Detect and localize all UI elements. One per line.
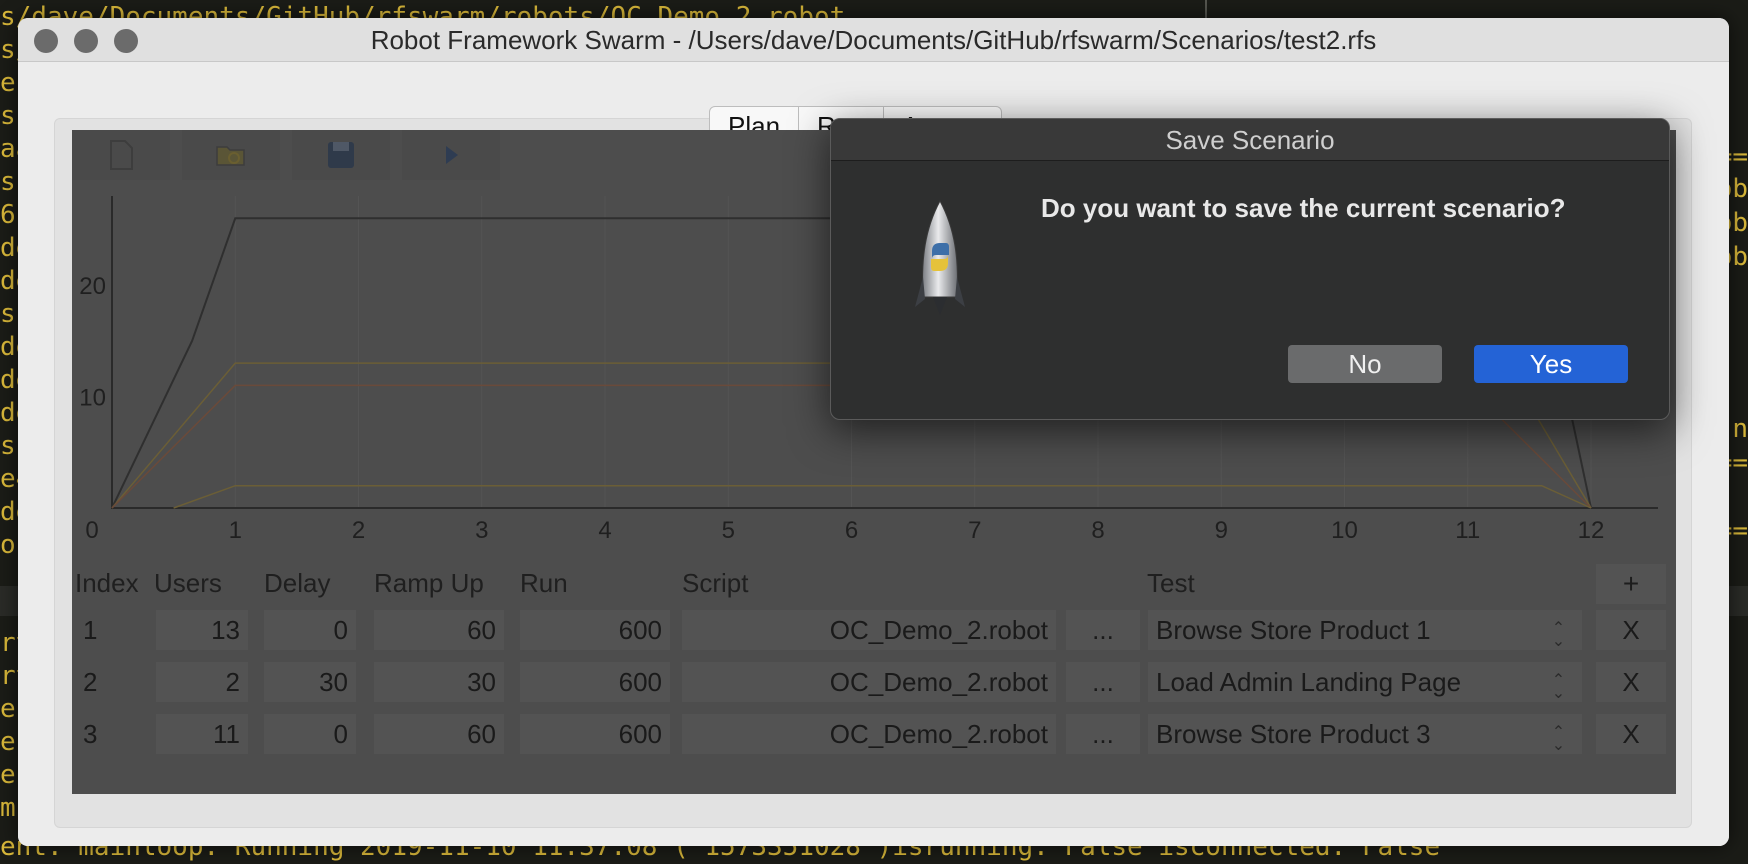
- dialog-title: Save Scenario: [831, 119, 1669, 161]
- run-field[interactable]: 600: [520, 714, 670, 754]
- table-row: 3 11 0 60 600 OC_Demo_2.robot... Browse Store …: [72, 708, 1676, 760]
- x-tick-label: 6: [845, 517, 858, 544]
- run-scenario-button[interactable]: [402, 130, 500, 180]
- ramp-up-field[interactable]: 60: [374, 610, 504, 650]
- yes-button[interactable]: Yes: [1474, 345, 1628, 383]
- x-tick-label: 2: [352, 517, 365, 544]
- series-line: [173, 484, 1592, 509]
- app-window: Robot Framework Swarm - /Users/dave/Docu…: [18, 18, 1729, 846]
- test-select[interactable]: Browse Store Product 1: [1148, 610, 1582, 650]
- new-scenario-button[interactable]: [72, 130, 170, 180]
- x-tick-label: 12: [1578, 517, 1605, 544]
- header-ramp-up: Ramp Up: [374, 568, 484, 598]
- header-script: Script: [682, 568, 749, 598]
- select-chevron-icon: ⌃⌄: [1549, 722, 1566, 748]
- script-field[interactable]: OC_Demo_2.robot: [682, 714, 1056, 754]
- no-button[interactable]: No: [1288, 345, 1442, 383]
- select-chevron-icon: ⌃⌄: [1549, 618, 1566, 644]
- open-file-icon: [216, 146, 245, 166]
- ramp-up-field[interactable]: 60: [374, 714, 504, 754]
- header-test: Test: [1147, 568, 1195, 598]
- browse-script-button[interactable]: ...: [1066, 610, 1140, 650]
- python-rocket-icon: [915, 199, 965, 315]
- users-field[interactable]: 2: [156, 662, 248, 702]
- test-select[interactable]: Load Admin Landing Page: [1148, 662, 1582, 702]
- x-tick-label: 9: [1215, 517, 1228, 544]
- x-tick-label: 8: [1091, 517, 1104, 544]
- save-icon: [328, 142, 354, 168]
- remove-row-button[interactable]: X: [1596, 714, 1666, 754]
- x-tick-label: 5: [722, 517, 735, 544]
- y-tick-label: 20: [79, 273, 106, 300]
- row-index: 3: [83, 719, 98, 749]
- users-field[interactable]: 13: [156, 610, 248, 650]
- x-tick-label: 1: [229, 517, 242, 544]
- header-index: Index: [75, 568, 139, 598]
- window-title: Robot Framework Swarm - /Users/dave/Docu…: [370, 25, 1377, 55]
- table-row: 2 2 30 30 600 OC_Demo_2.robot... Load Admin La…: [72, 656, 1676, 708]
- delay-field[interactable]: 30: [264, 662, 356, 702]
- save-scenario-button[interactable]: [292, 130, 390, 180]
- script-field[interactable]: OC_Demo_2.robot: [682, 610, 1056, 650]
- terminal-fragment: m: [0, 793, 16, 823]
- plan-toolbar: [72, 130, 512, 180]
- select-chevron-icon: ⌃⌄: [1549, 670, 1566, 696]
- run-field[interactable]: 600: [520, 662, 670, 702]
- remove-row-button[interactable]: X: [1596, 610, 1666, 650]
- browse-script-button[interactable]: ...: [1066, 662, 1140, 702]
- table-row: 1 13 0 60 600 OC_Demo_2.robot... Browse Store …: [72, 604, 1676, 656]
- y-tick-label: 10: [79, 385, 106, 412]
- browse-script-button[interactable]: ...: [1066, 714, 1140, 754]
- window-titlebar[interactable]: Robot Framework Swarm - /Users/dave/Docu…: [18, 18, 1729, 62]
- scenario-table-header: Index Users Delay Ramp Up Run Script Tes…: [72, 560, 1676, 604]
- save-scenario-dialog: Save Scenario Do you want to save the cu…: [830, 118, 1670, 420]
- header-run: Run: [520, 568, 568, 598]
- open-scenario-button[interactable]: [182, 130, 280, 180]
- x-tick-label: 11: [1455, 517, 1480, 544]
- header-users: Users: [154, 568, 222, 598]
- test-select[interactable]: Browse Store Product 3: [1148, 714, 1582, 754]
- x-tick-label: 4: [598, 517, 611, 544]
- delay-field[interactable]: 0: [264, 610, 356, 650]
- users-field[interactable]: 11: [156, 714, 248, 754]
- script-field[interactable]: OC_Demo_2.robot: [682, 662, 1056, 702]
- add-row-button[interactable]: +: [1596, 564, 1666, 604]
- delay-field[interactable]: 0: [264, 714, 356, 754]
- header-delay: Delay: [264, 568, 331, 598]
- row-index: 1: [83, 615, 98, 645]
- row-index: 2: [83, 667, 98, 697]
- x-tick-label: 0: [85, 517, 98, 544]
- dialog-message: Do you want to save the current scenario…: [1041, 193, 1566, 223]
- x-tick-label: 3: [475, 517, 488, 544]
- ramp-up-field[interactable]: 30: [374, 662, 504, 702]
- terminal-fragment: e: [0, 68, 16, 98]
- x-tick-label: 7: [968, 517, 981, 544]
- new-file-icon: [110, 140, 133, 170]
- remove-row-button[interactable]: X: [1596, 662, 1666, 702]
- play-icon: [446, 146, 458, 164]
- run-field[interactable]: 600: [520, 610, 670, 650]
- x-tick-label: 10: [1331, 517, 1358, 544]
